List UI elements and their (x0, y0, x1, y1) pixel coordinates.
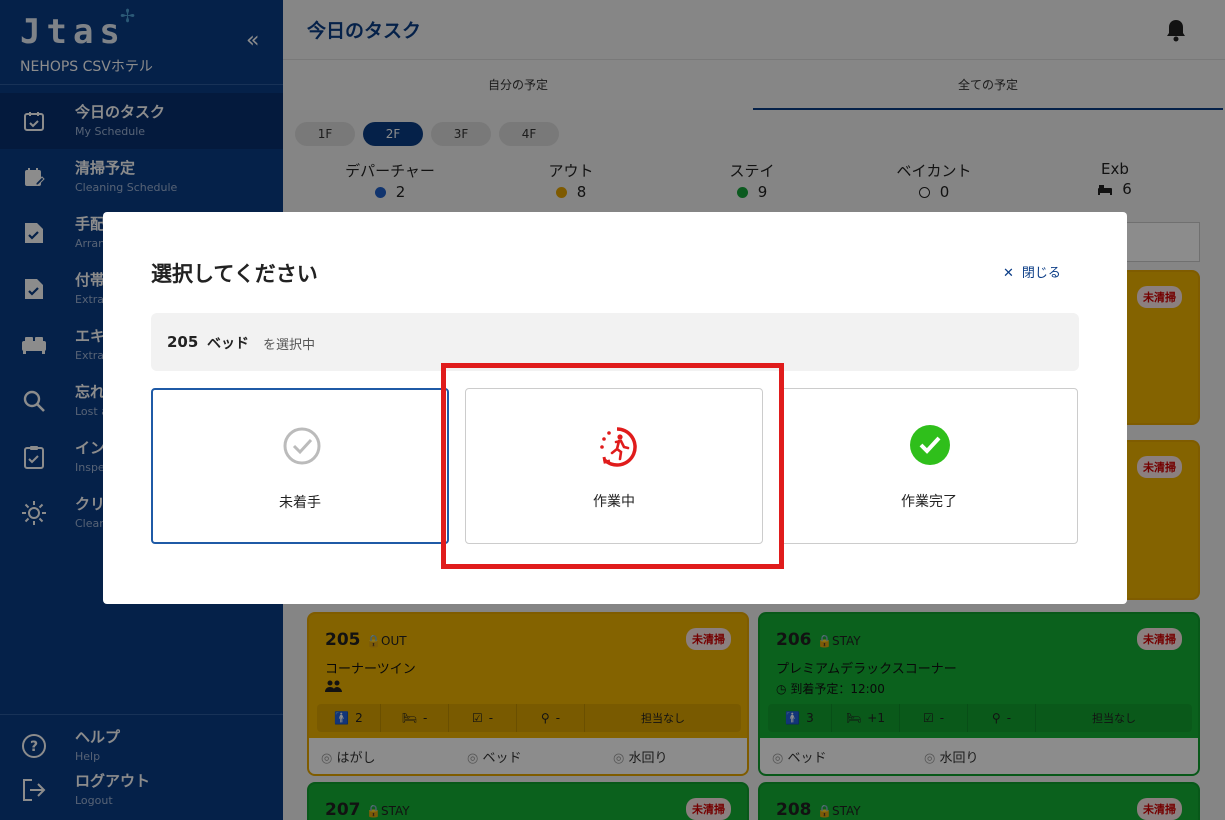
option-not-started[interactable]: 未着手 (151, 388, 449, 544)
close-icon: ✕ (1003, 266, 1014, 281)
close-button[interactable]: ✕ 閉じる (1003, 262, 1061, 281)
check-circle-outline-icon (282, 426, 322, 466)
option-label: 未着手 (279, 495, 321, 511)
selected-room: 205 (167, 333, 199, 351)
option-label: 作業完了 (901, 494, 957, 510)
selection-suffix: を選択中 (263, 338, 316, 353)
close-label: 閉じる (1021, 266, 1061, 281)
check-circle-filled-icon (910, 425, 950, 465)
option-completed[interactable]: 作業完了 (780, 388, 1078, 544)
dialog-title: 選択してください (151, 262, 318, 286)
selected-task: ベッド (207, 336, 249, 352)
highlight-annotation (441, 363, 784, 569)
